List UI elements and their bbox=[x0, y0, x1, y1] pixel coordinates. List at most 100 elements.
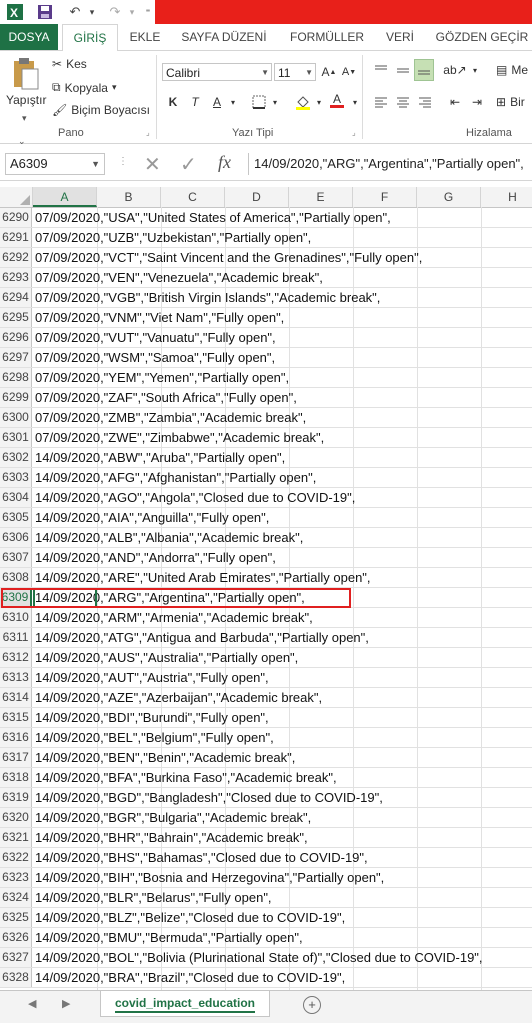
cell-a[interactable]: 07/09/2020,"VNM","Viet Nam","Fully open"… bbox=[35, 308, 284, 327]
cell-a[interactable]: 07/09/2020,"USA","United States of Ameri… bbox=[35, 208, 391, 227]
tab-file[interactable]: DOSYA bbox=[0, 24, 58, 50]
cell-a[interactable]: 14/09/2020,"BHR","Bahrain","Academic bre… bbox=[35, 828, 308, 847]
tab-insert[interactable]: EKLE bbox=[120, 24, 170, 50]
tab-page-layout[interactable]: SAYFA DÜZENİ bbox=[176, 24, 272, 50]
row-header[interactable]: 6290 bbox=[0, 208, 32, 227]
row-header[interactable]: 6298 bbox=[0, 368, 32, 387]
row-header[interactable]: 6294 bbox=[0, 288, 32, 307]
row-header[interactable]: 6315 bbox=[0, 708, 32, 727]
cell-a[interactable]: 14/09/2020,"BRA","Brazil","Closed due to… bbox=[35, 968, 345, 987]
cell-a[interactable]: 14/09/2020,"AFG","Afghanistan","Partiall… bbox=[35, 468, 316, 487]
cell-a[interactable]: 07/09/2020,"VEN","Venezuela","Academic b… bbox=[35, 268, 323, 287]
underline-dropdown-icon[interactable]: ▾ bbox=[224, 93, 242, 111]
row-header[interactable]: 6304 bbox=[0, 488, 32, 507]
row-header[interactable]: 6308 bbox=[0, 568, 32, 587]
next-sheet-icon[interactable]: ▶ bbox=[62, 997, 70, 1010]
row-header[interactable]: 6323 bbox=[0, 868, 32, 887]
column-header-e[interactable]: E bbox=[289, 187, 353, 207]
cell-a[interactable]: 14/09/2020,"BHS","Bahamas","Closed due t… bbox=[35, 848, 368, 867]
row-header[interactable]: 6327 bbox=[0, 948, 32, 967]
cell-a[interactable]: 14/09/2020,"BLZ","Belize","Closed due to… bbox=[35, 908, 345, 927]
row-header[interactable]: 6296 bbox=[0, 328, 32, 347]
row-header[interactable]: 6316 bbox=[0, 728, 32, 747]
sheet-tab-covid-impact-education[interactable]: covid_impact_education bbox=[100, 991, 270, 1017]
orientation-icon[interactable]: ab↗ bbox=[443, 61, 466, 79]
align-middle-icon[interactable] bbox=[394, 61, 412, 79]
cell-a[interactable]: 07/09/2020,"ZMB","Zambia","Academic brea… bbox=[35, 408, 306, 427]
cell-a[interactable]: 14/09/2020,"ALB","Albania","Academic bre… bbox=[35, 528, 303, 547]
cell-a[interactable]: 14/09/2020,"AUT","Austria","Fully open", bbox=[35, 668, 269, 687]
row-header[interactable]: 6301 bbox=[0, 428, 32, 447]
fill-color-dropdown-icon[interactable]: ▾ bbox=[310, 93, 328, 111]
column-header-c[interactable]: C bbox=[161, 187, 225, 207]
cell-a[interactable]: 07/09/2020,"VUT","Vanuatu","Fully open", bbox=[35, 328, 276, 347]
row-header[interactable]: 6307 bbox=[0, 548, 32, 567]
cell-a[interactable]: 14/09/2020,"ATG","Antigua and Barbuda","… bbox=[35, 628, 369, 647]
row-header[interactable]: 6325 bbox=[0, 908, 32, 927]
cell-a[interactable]: 14/09/2020,"ABW","Aruba","Partially open… bbox=[35, 448, 285, 467]
align-right-icon[interactable] bbox=[416, 93, 434, 111]
cell-a[interactable]: 07/09/2020,"UZB","Uzbekistan","Partially… bbox=[35, 228, 311, 247]
cell-a[interactable]: 14/09/2020,"AGO","Angola","Closed due to… bbox=[35, 488, 355, 507]
font-launcher-icon[interactable]: ⌟ bbox=[352, 128, 356, 137]
row-header[interactable]: 6302 bbox=[0, 448, 32, 467]
column-header-b[interactable]: B bbox=[97, 187, 161, 207]
font-name-combo[interactable]: Calibri ▼ bbox=[162, 63, 272, 81]
cell-a[interactable]: 14/09/2020,"BEN","Benin","Academic break… bbox=[35, 748, 295, 767]
align-bottom-icon[interactable] bbox=[414, 59, 434, 81]
formula-input[interactable]: 14/09/2020,"ARG","Argentina","Partially … bbox=[248, 153, 532, 175]
wrap-text-button[interactable]: ▤ Me bbox=[496, 63, 528, 77]
format-painter-button[interactable]: 🖌 Biçim Boyacısı bbox=[52, 103, 150, 117]
increase-font-icon[interactable]: A ▲ bbox=[320, 63, 338, 81]
row-header[interactable]: 6321 bbox=[0, 828, 32, 847]
row-header[interactable]: 6310 bbox=[0, 608, 32, 627]
cell-a[interactable]: 14/09/2020,"BIH","Bosnia and Herzegovina… bbox=[35, 868, 384, 887]
cell-a[interactable]: 07/09/2020,"YEM","Yemen","Partially open… bbox=[35, 368, 289, 387]
decrease-indent-icon[interactable]: ⇤ bbox=[446, 93, 464, 111]
paste-label[interactable]: Yapıştır bbox=[6, 93, 46, 107]
row-header[interactable]: 6299 bbox=[0, 388, 32, 407]
row-header[interactable]: 6320 bbox=[0, 808, 32, 827]
select-all-corner[interactable] bbox=[0, 187, 33, 207]
row-header[interactable]: 6297 bbox=[0, 348, 32, 367]
paste-button[interactable] bbox=[10, 57, 40, 94]
bold-button[interactable]: K bbox=[164, 93, 182, 111]
column-header-f[interactable]: F bbox=[353, 187, 417, 207]
row-header[interactable]: 6300 bbox=[0, 408, 32, 427]
add-sheet-icon[interactable]: + bbox=[303, 996, 321, 1014]
row-header[interactable]: 6314 bbox=[0, 688, 32, 707]
row-header[interactable]: 6318 bbox=[0, 768, 32, 787]
redo-dropdown-icon[interactable]: ▾ bbox=[126, 3, 138, 21]
cell-a[interactable]: 14/09/2020,"BGR","Bulgaria","Academic br… bbox=[35, 808, 311, 827]
row-header[interactable]: 6293 bbox=[0, 268, 32, 287]
row-header[interactable]: 6305 bbox=[0, 508, 32, 527]
cell-a[interactable]: 14/09/2020,"BMU","Bermuda","Partially op… bbox=[35, 928, 303, 947]
row-header[interactable]: 6313 bbox=[0, 668, 32, 687]
row-header[interactable]: 6312 bbox=[0, 648, 32, 667]
cell-a[interactable]: 14/09/2020,"AIA","Anguilla","Fully open"… bbox=[35, 508, 269, 527]
copy-button[interactable]: ⧉ Kopyala ▾ bbox=[52, 80, 116, 95]
insert-function-icon[interactable]: fx bbox=[218, 152, 231, 173]
confirm-entry-icon[interactable]: ✓ bbox=[180, 152, 197, 177]
tab-review[interactable]: GÖZDEN GEÇİR bbox=[432, 24, 532, 50]
cell-a[interactable]: 14/09/2020,"BGD","Bangladesh","Closed du… bbox=[35, 788, 383, 807]
name-box[interactable]: A6309 ▼ bbox=[5, 153, 105, 175]
row-header[interactable]: 6324 bbox=[0, 888, 32, 907]
cell-a[interactable]: 14/09/2020,"BLR","Belarus","Fully open", bbox=[35, 888, 272, 907]
cell-a[interactable]: 14/09/2020,"ARM","Armenia","Academic bre… bbox=[35, 608, 313, 627]
cancel-entry-icon[interactable]: ✕ bbox=[144, 152, 161, 177]
collapse-ribbon-icon[interactable]: ⌄ bbox=[18, 136, 26, 147]
tab-formulas[interactable]: FORMÜLLER bbox=[284, 24, 370, 50]
align-center-icon[interactable] bbox=[394, 93, 412, 111]
cut-button[interactable]: ✂ Kes bbox=[52, 57, 87, 71]
cell-a[interactable]: 14/09/2020,"BEL","Belgium","Fully open", bbox=[35, 728, 274, 747]
orientation-dropdown-icon[interactable]: ▾ bbox=[466, 61, 484, 79]
font-color-icon[interactable]: A bbox=[328, 91, 346, 109]
tab-home[interactable]: GİRİŞ bbox=[62, 24, 118, 52]
font-size-combo[interactable]: 11 ▼ bbox=[274, 63, 316, 81]
align-top-icon[interactable] bbox=[372, 61, 390, 79]
row-header[interactable]: 6291 bbox=[0, 228, 32, 247]
merge-center-button[interactable]: ⊞ Bir bbox=[496, 95, 525, 109]
undo-icon[interactable]: ↶ bbox=[64, 3, 86, 21]
cell-a[interactable]: 14/09/2020,"AZE","Azerbaijan","Academic … bbox=[35, 688, 322, 707]
